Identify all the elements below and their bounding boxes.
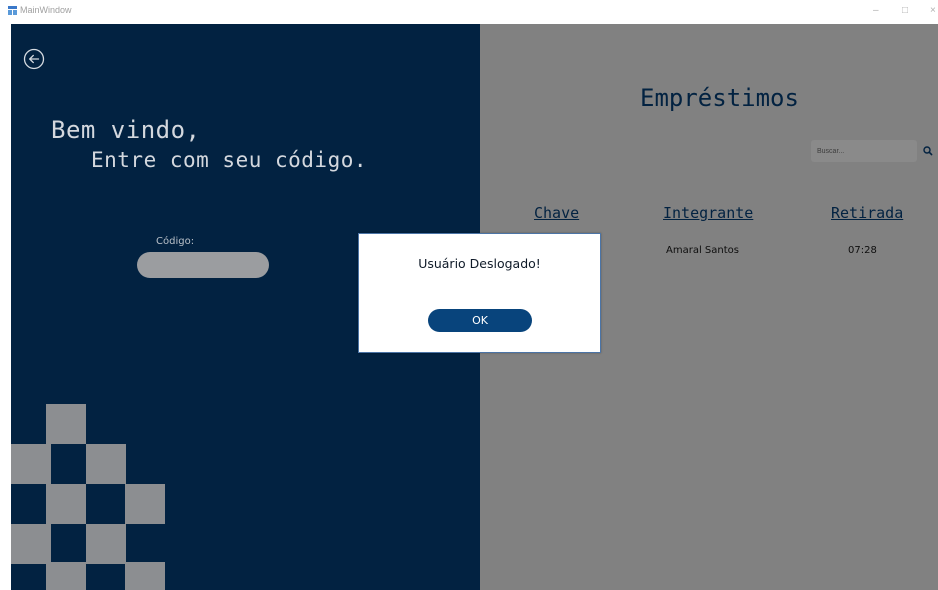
window-left-border: [0, 24, 11, 590]
ok-button[interactable]: OK: [428, 309, 532, 332]
search-input[interactable]: [817, 144, 913, 158]
decor-square: [46, 404, 86, 444]
decor-square: [11, 524, 51, 564]
decor-square: [11, 444, 51, 484]
column-header-integrante[interactable]: Integrante: [663, 204, 753, 222]
welcome-heading: Bem vindo,: [51, 116, 201, 144]
cell-integrante: Amaral Santos: [666, 245, 739, 256]
decor-square: [46, 484, 86, 524]
minimize-button[interactable]: –: [873, 5, 879, 16]
logout-dialog: Usuário Deslogado! OK: [358, 233, 601, 353]
decor-square: [125, 484, 165, 524]
decor-square: [86, 524, 126, 564]
restore-button[interactable]: □: [902, 5, 908, 16]
code-label: Código:: [156, 236, 195, 247]
search-field[interactable]: [811, 140, 917, 162]
close-button[interactable]: ×: [930, 5, 936, 16]
dialog-message: Usuário Deslogado!: [418, 256, 541, 271]
back-button[interactable]: [23, 48, 45, 70]
title-bar: MainWindow – □ ×: [0, 0, 938, 24]
back-arrow-circle-icon: [23, 48, 45, 70]
window-title: MainWindow: [20, 5, 72, 15]
window-app-icon: [8, 6, 17, 15]
column-header-retirada[interactable]: Retirada: [831, 204, 903, 222]
decor-square: [125, 562, 165, 590]
search-icon: [923, 146, 933, 156]
loans-title: Empréstimos: [640, 84, 799, 112]
search-button[interactable]: [919, 140, 937, 162]
code-input[interactable]: [137, 252, 269, 278]
cell-retirada: 07:28: [848, 245, 877, 256]
decor-square: [86, 444, 126, 484]
welcome-subheading: Entre com seu código.: [91, 148, 368, 172]
decor-square: [46, 562, 86, 590]
column-header-chave[interactable]: Chave: [534, 204, 579, 222]
